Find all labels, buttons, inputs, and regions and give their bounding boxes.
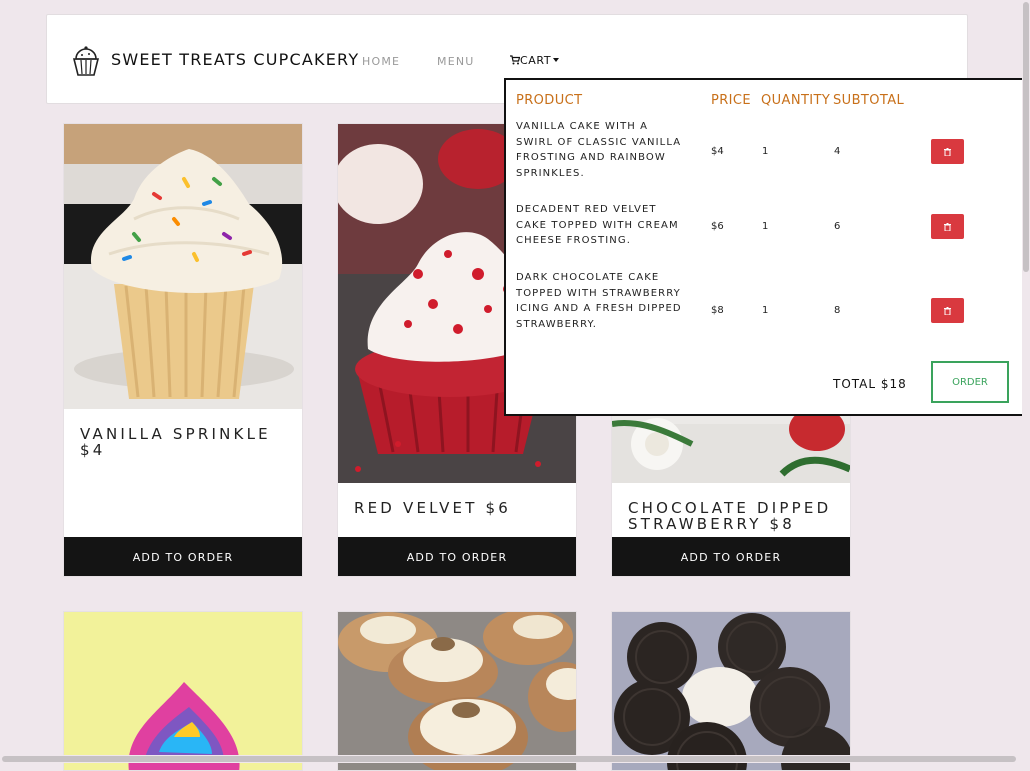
cart-item-quantity: 1 [762, 221, 769, 232]
vertical-scrollbar[interactable] [1022, 0, 1030, 763]
brand-name[interactable]: SWEET TREATS CUPCAKERY [111, 50, 359, 69]
product-title: VANILLA SPRINKLE $4 [80, 425, 271, 459]
horizontal-scrollbar-thumb[interactable] [2, 756, 1016, 762]
horizontal-scrollbar[interactable] [0, 755, 1030, 763]
order-button[interactable]: ORDER [931, 361, 1009, 403]
remove-item-button[interactable] [931, 298, 964, 323]
product-title: CHOCOLATE DIPPED STRAWBERRY $8 [628, 499, 832, 533]
cart-item-price: $8 [711, 305, 724, 316]
product-card [63, 611, 303, 771]
cart-item-description: DARK CHOCOLATE CAKE TOPPED WITH STRAWBER… [516, 272, 682, 330]
vertical-scrollbar-thumb[interactable] [1023, 2, 1029, 272]
cart-total: TOTAL $18 [833, 377, 907, 391]
cart-dropdown: PRODUCT PRICE QUANTITY SUBTOTAL VANILLA … [504, 78, 1024, 416]
product-title: RED VELVET $6 [354, 499, 512, 517]
cart-item-price: $4 [711, 146, 724, 157]
product-image [612, 612, 850, 770]
add-to-order-button[interactable]: ADD TO ORDER [338, 537, 576, 576]
product-image [64, 124, 302, 409]
cart-icon [510, 55, 520, 65]
cart-header-product: PRODUCT [516, 93, 583, 108]
cart-item-description: DECADENT RED VELVET CAKE TOPPED WITH CRE… [516, 204, 679, 246]
cart-header-quantity: QUANTITY [761, 93, 831, 108]
product-card [337, 611, 577, 771]
add-to-order-button[interactable]: ADD TO ORDER [612, 537, 850, 576]
product-image [64, 612, 302, 770]
cupcake-icon [72, 46, 100, 76]
remove-item-button[interactable] [931, 214, 964, 239]
product-image [338, 612, 576, 770]
cart-item-subtotal: 4 [834, 146, 841, 157]
nav-cart-label: CART [520, 54, 552, 67]
cart-item-subtotal: 6 [834, 221, 841, 232]
cart-header-price: PRICE [711, 93, 751, 108]
cart-item-quantity: 1 [762, 305, 769, 316]
nav-home-link[interactable]: HOME [362, 55, 400, 68]
cart-item-description: VANILLA CAKE WITH A SWIRL OF CLASSIC VAN… [516, 121, 682, 179]
chevron-down-icon [553, 58, 560, 62]
product-card: VANILLA SPRINKLE $4 ADD TO ORDER [63, 123, 303, 577]
trash-icon [944, 306, 951, 315]
nav-cart-toggle[interactable]: CART [510, 54, 560, 67]
trash-icon [944, 222, 951, 231]
trash-icon [944, 147, 951, 156]
cart-header-subtotal: SUBTOTAL [833, 93, 905, 108]
add-to-order-button[interactable]: ADD TO ORDER [64, 537, 302, 576]
product-card [611, 611, 851, 771]
nav-menu-link[interactable]: MENU [437, 55, 475, 68]
cart-item-price: $6 [711, 221, 724, 232]
remove-item-button[interactable] [931, 139, 964, 164]
cart-item-subtotal: 8 [834, 305, 841, 316]
cart-item-quantity: 1 [762, 146, 769, 157]
